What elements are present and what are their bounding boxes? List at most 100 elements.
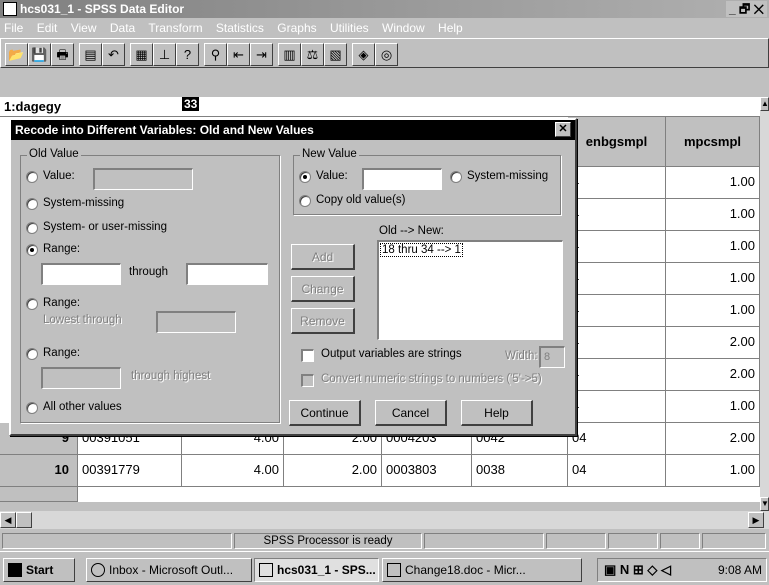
old-system-missing-radio[interactable] [26, 198, 38, 210]
old-all-other-label: All other values [43, 401, 122, 413]
old-range-highest-radio[interactable] [26, 348, 38, 360]
split-file-icon[interactable]: ▥ [278, 43, 301, 66]
data-cell[interactable]: 4 [568, 231, 666, 263]
window-controls[interactable]: _ 🗗 ✕ [726, 1, 767, 17]
select-cases-icon[interactable]: ▧ [324, 43, 347, 66]
tray-icons[interactable]: ▣ N ⊞ ◇ ◁ [604, 562, 671, 578]
help-button[interactable]: Help [461, 400, 533, 426]
menu-graphs[interactable]: Graphs [277, 21, 316, 35]
data-cell[interactable]: 4 [568, 167, 666, 199]
old-range-lowest-radio[interactable] [26, 298, 38, 310]
through-highest-input[interactable] [41, 367, 121, 389]
data-cell[interactable]: 1.00 [666, 391, 760, 423]
cancel-button[interactable]: Cancel [375, 400, 447, 426]
dialog-recall-icon[interactable]: ▤ [79, 43, 102, 66]
range-from-input[interactable] [41, 263, 121, 285]
data-cell[interactable]: 4 [568, 327, 666, 359]
old-all-other-radio[interactable] [26, 402, 38, 414]
scroll-down-arrow[interactable]: ▼ [760, 497, 769, 511]
old-range-radio[interactable] [26, 244, 38, 256]
menu-help[interactable]: Help [438, 21, 463, 35]
goto-chart-icon[interactable]: ▦ [130, 43, 153, 66]
data-cell[interactable]: 4.00 [182, 455, 284, 487]
data-cell[interactable]: 1.00 [666, 231, 760, 263]
data-cell[interactable]: 4 [568, 295, 666, 327]
data-cell[interactable]: 1.00 [666, 199, 760, 231]
menu-data[interactable]: Data [110, 21, 135, 35]
vertical-scrollbar[interactable]: ▲ ▼ [760, 97, 769, 512]
old-value-input[interactable] [93, 168, 193, 190]
variables-icon[interactable]: ? [176, 43, 199, 66]
data-cell[interactable]: 4 [568, 359, 666, 391]
new-system-missing-radio[interactable] [450, 171, 462, 183]
continue-button[interactable]: Continue [289, 400, 361, 426]
column-header-enbgsmpl[interactable]: enbgsmpl [568, 117, 666, 167]
output-strings-checkbox[interactable] [301, 349, 314, 362]
menu-view[interactable]: View [71, 21, 97, 35]
row-number[interactable]: 10 [0, 455, 78, 487]
data-cell[interactable]: 2.00 [666, 423, 760, 455]
start-button[interactable]: Start [3, 558, 75, 582]
data-cell[interactable]: 1.00 [666, 295, 760, 327]
menu-file[interactable]: File [4, 21, 23, 35]
old-new-list[interactable]: 18 thru 34 --> 1 [377, 240, 563, 340]
data-cell[interactable]: 04 [568, 423, 666, 455]
data-cell[interactable]: 1.00 [666, 263, 760, 295]
menu-window[interactable]: Window [382, 21, 425, 35]
copy-old-radio[interactable] [299, 195, 311, 207]
convert-checkbox[interactable] [301, 374, 314, 387]
add-button[interactable]: Add [291, 244, 355, 270]
menu-statistics[interactable]: Statistics [216, 21, 264, 35]
old-sys-user-missing-radio[interactable] [26, 222, 38, 234]
weight-cases-icon[interactable]: ⚖ [301, 43, 324, 66]
new-value-input[interactable] [362, 168, 442, 190]
recode-dialog: Recode into Different Variables: Old and… [9, 118, 577, 436]
insert-variable-icon[interactable]: ⇥ [250, 43, 273, 66]
dialog-close-button[interactable]: ✕ [555, 122, 571, 137]
cell-value[interactable]: 33 [182, 97, 200, 111]
data-cell[interactable]: 2.00 [666, 327, 760, 359]
print-icon[interactable]: 🖶 [51, 43, 74, 66]
width-input[interactable]: 8 [539, 346, 565, 368]
data-cell[interactable]: 1.00 [666, 167, 760, 199]
data-cell[interactable]: 1.00 [666, 455, 760, 487]
mapping-item[interactable]: 18 thru 34 --> 1 [380, 243, 463, 257]
data-cell[interactable]: 00391779 [78, 455, 182, 487]
menu-utilities[interactable]: Utilities [330, 21, 369, 35]
menu-edit[interactable]: Edit [37, 21, 58, 35]
change-button[interactable]: Change [291, 276, 355, 302]
find-icon[interactable]: ⚲ [204, 43, 227, 66]
data-cell[interactable]: 4 [568, 263, 666, 295]
old-value-radio[interactable] [26, 171, 38, 183]
open-icon[interactable]: 📂 [5, 43, 28, 66]
data-cell[interactable]: 2.00 [284, 455, 382, 487]
remove-button[interactable]: Remove [291, 308, 355, 334]
lowest-through-input[interactable] [156, 311, 236, 333]
goto-case-icon[interactable]: ⊥ [153, 43, 176, 66]
horizontal-scrollbar[interactable]: ◀ ▶ [0, 511, 769, 529]
column-header-mpcsmpl[interactable]: mpcsmpl [666, 117, 760, 167]
use-sets-icon[interactable]: ◎ [375, 43, 398, 66]
data-cell[interactable]: 0003803 [382, 455, 472, 487]
undo-icon[interactable]: ↶ [102, 43, 125, 66]
task-spss[interactable]: hcs031_1 - SPS... [254, 558, 379, 582]
new-value-radio[interactable] [299, 171, 311, 183]
task-outlook[interactable]: Inbox - Microsoft Outl... [86, 558, 252, 582]
menu-transform[interactable]: Transform [148, 21, 202, 35]
scroll-up-arrow[interactable]: ▲ [760, 97, 769, 111]
save-icon[interactable]: 💾 [28, 43, 51, 66]
value-labels-icon[interactable]: ◈ [352, 43, 375, 66]
data-cell[interactable]: 4 [568, 391, 666, 423]
scroll-right-arrow[interactable]: ▶ [748, 512, 764, 528]
task-word[interactable]: Change18.doc - Micr... [382, 558, 582, 582]
data-cell[interactable]: 2.00 [666, 359, 760, 391]
range-to-input[interactable] [186, 263, 268, 285]
scroll-thumb[interactable] [16, 512, 32, 528]
row-number[interactable] [0, 487, 78, 502]
clock[interactable]: 9:08 AM [718, 563, 762, 577]
data-cell[interactable]: 0038 [472, 455, 568, 487]
data-cell[interactable]: 4 [568, 199, 666, 231]
insert-case-icon[interactable]: ⇤ [227, 43, 250, 66]
data-cell[interactable]: 04 [568, 455, 666, 487]
scroll-left-arrow[interactable]: ◀ [0, 512, 16, 528]
